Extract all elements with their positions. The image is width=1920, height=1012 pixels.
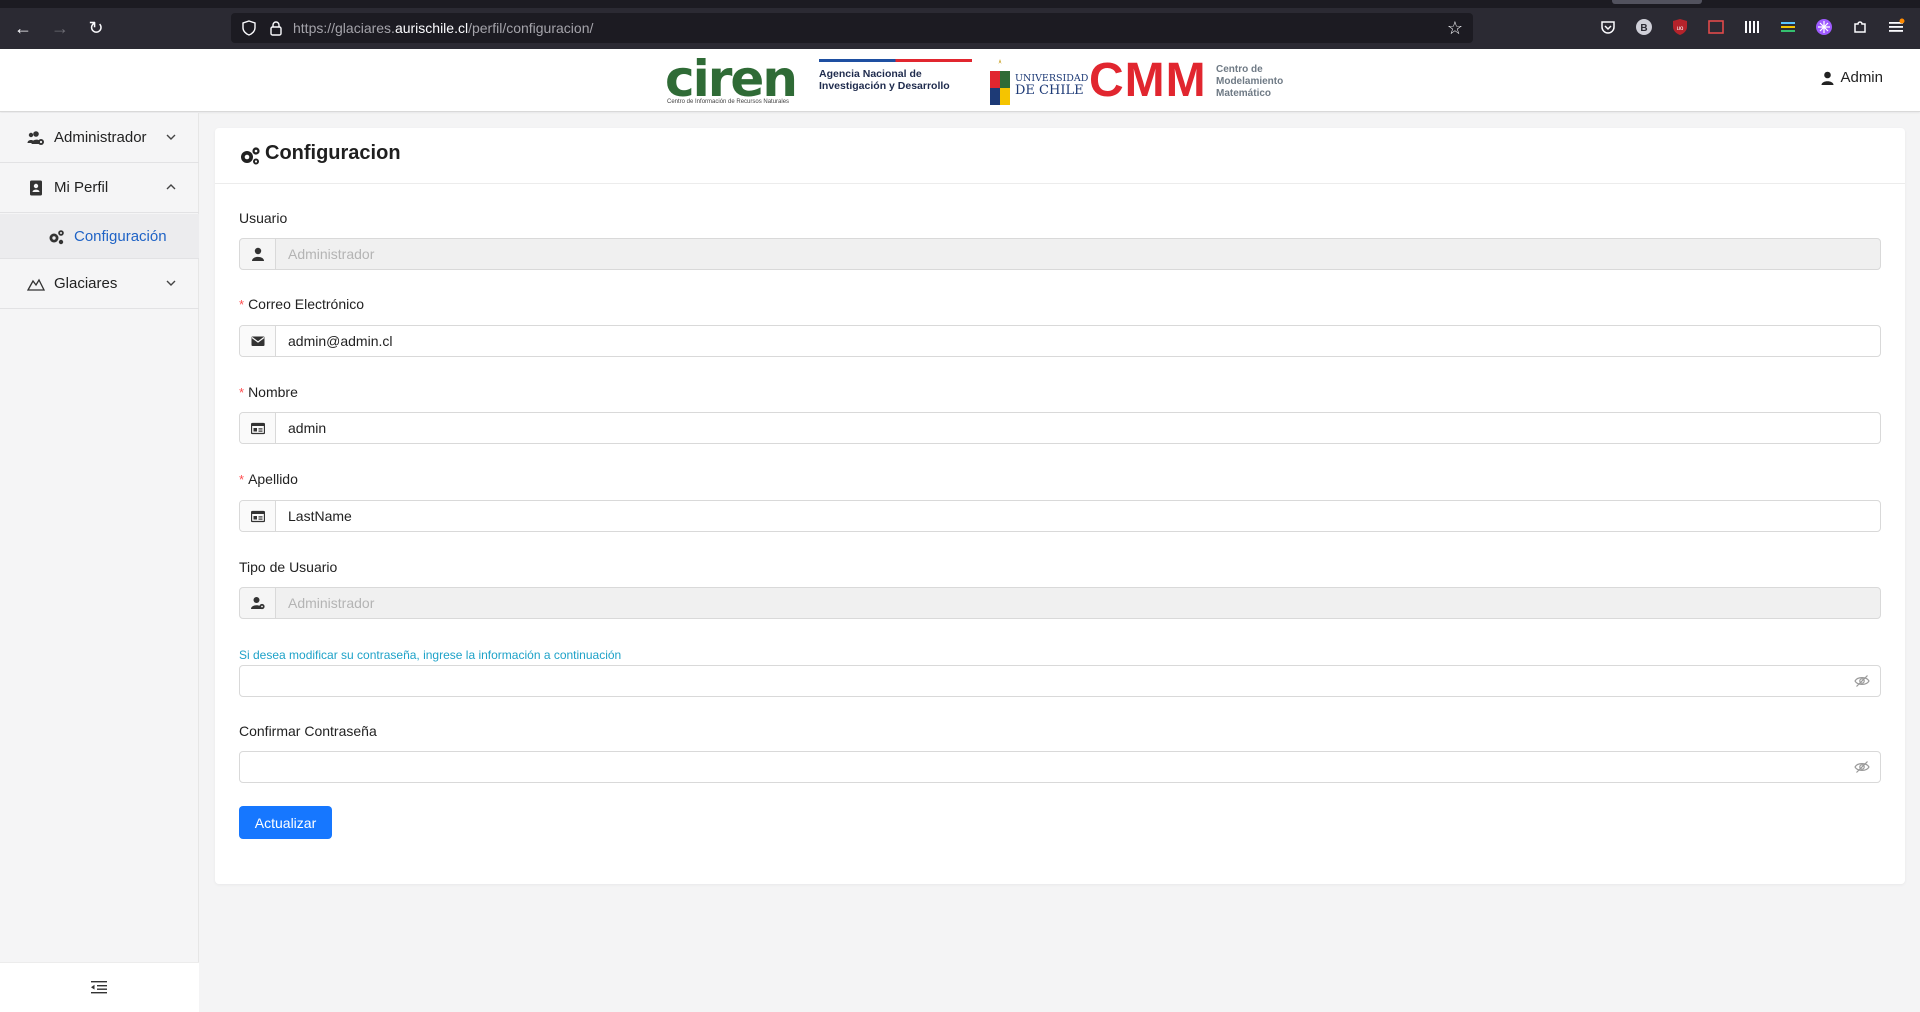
confirmar-contrasena-label: Confirmar Contraseña bbox=[239, 723, 377, 739]
user-menu[interactable]: Admin bbox=[1821, 69, 1883, 86]
card-header: Configuracion bbox=[215, 128, 1905, 184]
eye-invisible-icon[interactable] bbox=[1854, 760, 1870, 774]
extension-bars-icon[interactable] bbox=[1743, 18, 1761, 36]
password-field[interactable] bbox=[239, 665, 1881, 697]
required-mark: * bbox=[239, 297, 245, 312]
usuario-input bbox=[277, 239, 1877, 269]
address-bar[interactable]: https://glaciares.aurischile.cl/perfil/c… bbox=[231, 13, 1473, 43]
users-cog-icon bbox=[27, 131, 44, 145]
confirmar-contrasena-input[interactable] bbox=[240, 752, 1840, 782]
extension-purple-icon[interactable] bbox=[1815, 18, 1833, 36]
sidebar-collapse-button[interactable] bbox=[0, 962, 199, 1012]
actualizar-button[interactable]: Actualizar bbox=[239, 806, 332, 839]
user-icon bbox=[1821, 71, 1834, 85]
sidebar-subitem-label: Configuración bbox=[74, 228, 167, 245]
sidebar-subitem-configuracion[interactable]: Configuración bbox=[0, 214, 199, 259]
uchile-crest-icon bbox=[990, 59, 1010, 105]
svg-text:uo: uo bbox=[1677, 26, 1684, 32]
required-mark: * bbox=[239, 385, 245, 400]
browser-toolbar: ← → ↻ https://glaciares.aurischile.cl/pe… bbox=[0, 0, 1920, 49]
sidebar-item-glaciares[interactable]: Glaciares bbox=[0, 259, 199, 309]
tipo-usuario-input bbox=[277, 588, 1877, 618]
contact-card-icon bbox=[30, 180, 42, 196]
usuario-addon bbox=[240, 239, 276, 269]
eye-invisible-icon[interactable] bbox=[1854, 674, 1870, 688]
lock-icon[interactable] bbox=[268, 20, 284, 36]
chevron-down-icon bbox=[166, 280, 176, 286]
extension-b-icon[interactable]: B bbox=[1635, 18, 1653, 36]
anid-line-2: Investigación y Desarrollo bbox=[819, 80, 950, 92]
nombre-addon bbox=[240, 413, 276, 443]
bookmark-star-icon[interactable]: ☆ bbox=[1447, 18, 1463, 39]
tipo-usuario-field bbox=[239, 587, 1881, 619]
usuario-label: Usuario bbox=[239, 210, 288, 226]
tipo-usuario-addon bbox=[240, 588, 276, 618]
nombre-label: * Nombre bbox=[239, 384, 298, 400]
nombre-field[interactable] bbox=[239, 412, 1881, 444]
ciren-logo: ciren bbox=[665, 50, 798, 108]
configuration-card: Configuracion Usuario *Correo Electrónic… bbox=[215, 128, 1905, 884]
correo-field[interactable] bbox=[239, 325, 1881, 357]
sidebar: Administrador Mi Perfil Configuración Gl… bbox=[0, 113, 199, 1012]
correo-label: * Correo Electrónico bbox=[239, 296, 364, 312]
user-name: Admin bbox=[1840, 69, 1883, 86]
id-card-icon bbox=[251, 510, 265, 523]
usuario-field bbox=[239, 238, 1881, 270]
menu-fold-icon bbox=[91, 981, 107, 994]
cogs-icon bbox=[241, 147, 260, 165]
nombre-input[interactable] bbox=[277, 413, 1877, 443]
partner-logos: ciren Centro de Información de Recursos … bbox=[665, 53, 1291, 109]
id-card-icon bbox=[251, 422, 265, 435]
sidebar-item-label: Administrador bbox=[54, 129, 147, 146]
password-input[interactable] bbox=[240, 666, 1840, 696]
page-title: Configuracion bbox=[265, 142, 401, 164]
chevron-down-icon bbox=[166, 134, 176, 140]
back-arrow-icon[interactable]: ← bbox=[11, 16, 35, 40]
anid-stripe bbox=[819, 59, 972, 62]
user-cog-icon bbox=[251, 597, 265, 610]
required-mark: * bbox=[239, 472, 245, 487]
user-icon bbox=[252, 247, 264, 261]
app-header: ciren Centro de Información de Recursos … bbox=[0, 49, 1920, 112]
pocket-icon[interactable] bbox=[1599, 18, 1617, 36]
apellido-field[interactable] bbox=[239, 500, 1881, 532]
mountain-icon bbox=[27, 278, 45, 291]
url-text[interactable]: https://glaciares.aurischile.cl/perfil/c… bbox=[293, 20, 593, 36]
reload-icon[interactable]: ↻ bbox=[84, 16, 108, 40]
ciren-logo-subtitle: Centro de Información de Recursos Natura… bbox=[667, 99, 790, 105]
apellido-label: * Apellido bbox=[239, 471, 298, 487]
ublock-icon[interactable]: uo bbox=[1671, 18, 1689, 36]
svg-text:B: B bbox=[1640, 23, 1647, 34]
anid-logo: Agencia Nacional de Investigación y Desa… bbox=[819, 59, 972, 92]
correo-input[interactable] bbox=[277, 326, 1877, 356]
sidebar-item-administrador[interactable]: Administrador bbox=[0, 113, 199, 163]
shield-icon[interactable] bbox=[241, 20, 257, 36]
password-hint: Si desea modificar su contraseña, ingres… bbox=[239, 648, 622, 662]
extensions-puzzle-icon[interactable] bbox=[1851, 18, 1869, 36]
sidebar-item-label: Mi Perfil bbox=[54, 179, 109, 196]
forward-arrow-icon[interactable]: → bbox=[48, 16, 72, 40]
tipo-usuario-label: Tipo de Usuario bbox=[239, 559, 338, 575]
cogs-icon bbox=[49, 230, 64, 245]
active-tab-indicator bbox=[1612, 0, 1702, 4]
sidebar-item-label: Glaciares bbox=[54, 275, 118, 292]
cmm-logo-subtitle: Centro de Modelamiento Matemático bbox=[1216, 64, 1284, 99]
hamburger-menu-icon[interactable] bbox=[1887, 18, 1905, 36]
anid-line-1: Agencia Nacional de bbox=[819, 68, 922, 80]
sidebar-item-mi-perfil[interactable]: Mi Perfil bbox=[0, 163, 199, 213]
confirmar-contrasena-field[interactable] bbox=[239, 751, 1881, 783]
chevron-up-icon bbox=[166, 184, 176, 190]
apellido-input[interactable] bbox=[277, 501, 1877, 531]
envelope-icon bbox=[251, 336, 265, 346]
correo-addon bbox=[240, 326, 276, 356]
uchile-logo-text: UNIVERSIDAD DE CHILE bbox=[1015, 73, 1089, 98]
cmm-logo: CMM bbox=[1089, 54, 1207, 107]
extension-stack-icon[interactable] bbox=[1779, 18, 1797, 36]
apellido-addon bbox=[240, 501, 276, 531]
extension-red-icon[interactable] bbox=[1707, 18, 1725, 36]
